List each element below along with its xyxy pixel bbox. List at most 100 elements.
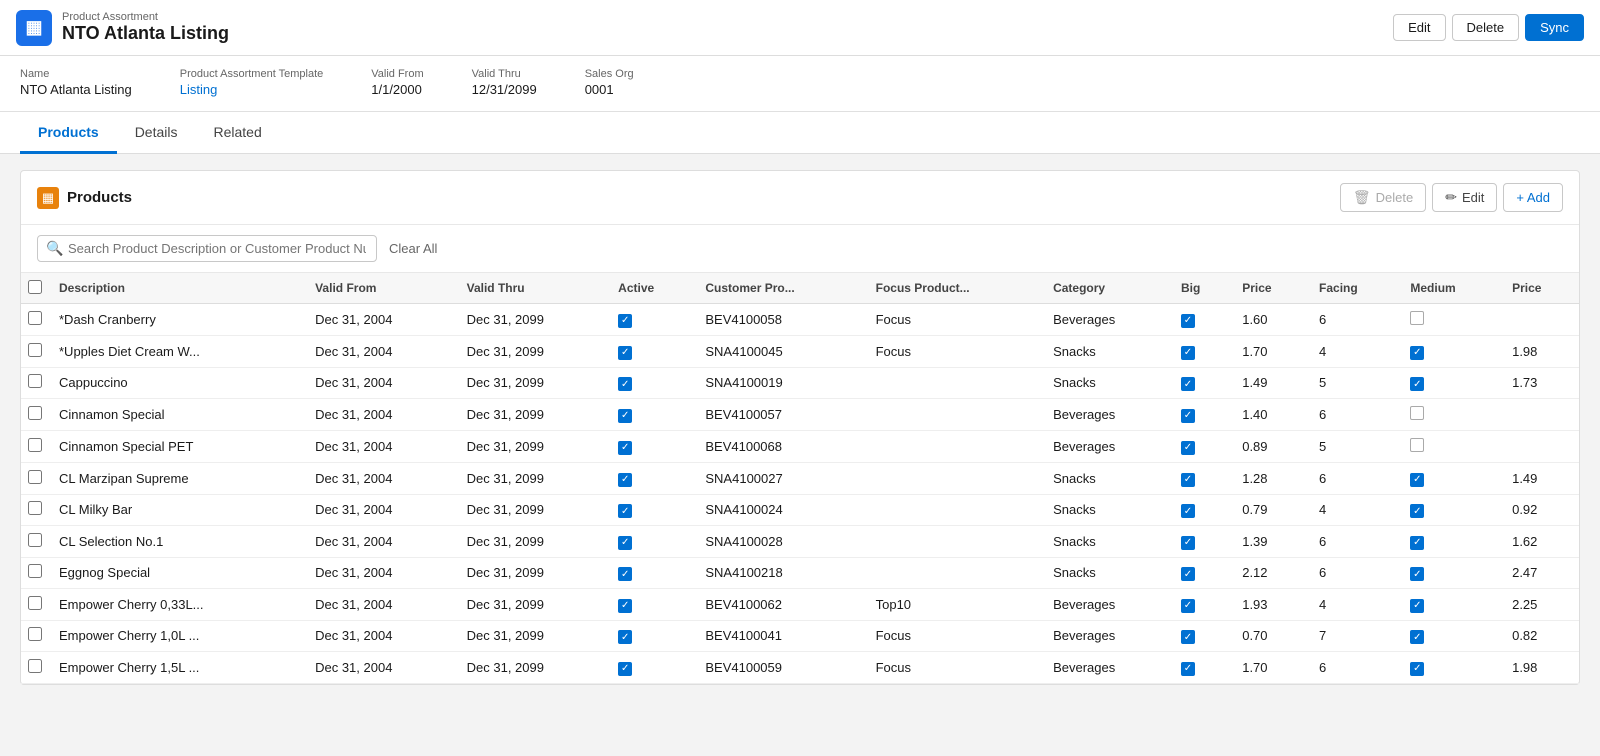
cell-medium: ✓ [1400, 652, 1502, 684]
cell-focus-product: Focus [866, 652, 1043, 684]
checkbox-checked: ✓ [1181, 346, 1195, 360]
table-row: Cappuccino Dec 31, 2004 Dec 31, 2099 ✓ S… [21, 367, 1579, 399]
checkbox-checked: ✓ [1181, 473, 1195, 487]
cell-active: ✓ [608, 463, 695, 495]
table-row: Cinnamon Special Dec 31, 2004 Dec 31, 20… [21, 399, 1579, 431]
search-icon: 🔍 [46, 240, 63, 257]
cell-facing: 6 [1309, 557, 1400, 589]
info-bar: Name NTO Atlanta Listing Product Assortm… [0, 56, 1600, 112]
info-template-value[interactable]: Listing [180, 82, 323, 97]
th-category: Category [1043, 273, 1171, 304]
row-checkbox[interactable] [28, 311, 42, 325]
row-select[interactable] [21, 652, 49, 684]
row-checkbox[interactable] [28, 374, 42, 388]
cell-focus-product [866, 367, 1043, 399]
checkbox-checked: ✓ [1181, 662, 1195, 676]
section-icon: ▦ [37, 187, 59, 209]
cell-medium: ✓ [1400, 336, 1502, 368]
checkbox-empty [1410, 311, 1424, 325]
row-checkbox[interactable] [28, 438, 42, 452]
delete-button[interactable]: Delete [1452, 14, 1520, 41]
th-focus-product: Focus Product... [866, 273, 1043, 304]
cell-focus-product: Focus [866, 336, 1043, 368]
cell-valid-thru: Dec 31, 2099 [457, 652, 609, 684]
cell-customer-pro: BEV4100041 [695, 620, 865, 652]
row-checkbox[interactable] [28, 627, 42, 641]
th-select-all[interactable] [21, 273, 49, 304]
row-select[interactable] [21, 367, 49, 399]
header-left: ▦ Product Assortment NTO Atlanta Listing [16, 10, 229, 46]
cell-active: ✓ [608, 526, 695, 558]
row-select[interactable] [21, 620, 49, 652]
sync-button[interactable]: Sync [1525, 14, 1584, 41]
row-select[interactable] [21, 431, 49, 463]
info-template: Product Assortment Template Listing [180, 68, 323, 97]
cell-focus-product [866, 557, 1043, 589]
info-name-value: NTO Atlanta Listing [20, 82, 132, 97]
cell-category: Snacks [1043, 463, 1171, 495]
row-select[interactable] [21, 304, 49, 336]
cell-medium: ✓ [1400, 620, 1502, 652]
cell-valid-from: Dec 31, 2004 [305, 652, 457, 684]
cell-medium: ✓ [1400, 589, 1502, 621]
section-title: Products [67, 189, 132, 206]
tab-products[interactable]: Products [20, 112, 117, 154]
cell-category: Beverages [1043, 589, 1171, 621]
checkbox-checked: ✓ [1410, 630, 1424, 644]
clear-all-button[interactable]: Clear All [389, 241, 437, 256]
row-checkbox[interactable] [28, 343, 42, 357]
cell-price2: 2.25 [1502, 589, 1579, 621]
pencil-icon: ✏ [1445, 189, 1457, 206]
section-actions: 🗑 Delete ✏ Edit + Add [1340, 183, 1563, 212]
cell-active: ✓ [608, 399, 695, 431]
select-all-checkbox[interactable] [28, 280, 42, 294]
cell-valid-thru: Dec 31, 2099 [457, 431, 609, 463]
row-select[interactable] [21, 399, 49, 431]
cell-price2: 1.62 [1502, 526, 1579, 558]
row-checkbox[interactable] [28, 533, 42, 547]
cell-valid-from: Dec 31, 2004 [305, 367, 457, 399]
row-checkbox[interactable] [28, 470, 42, 484]
cell-description: CL Milky Bar [49, 494, 305, 526]
cell-price: 1.39 [1232, 526, 1309, 558]
row-checkbox[interactable] [28, 406, 42, 420]
row-checkbox[interactable] [28, 564, 42, 578]
row-select[interactable] [21, 589, 49, 621]
section-delete-button[interactable]: 🗑 Delete [1340, 183, 1426, 212]
cell-medium: ✓ [1400, 557, 1502, 589]
checkbox-checked: ✓ [618, 599, 632, 613]
row-checkbox[interactable] [28, 659, 42, 673]
section-edit-button[interactable]: ✏ Edit [1432, 183, 1497, 212]
header-actions: Edit Delete Sync [1393, 14, 1584, 41]
cell-focus-product [866, 463, 1043, 495]
section-add-button[interactable]: + Add [1503, 183, 1563, 212]
th-facing: Facing [1309, 273, 1400, 304]
header-title-group: Product Assortment NTO Atlanta Listing [62, 11, 229, 44]
cell-price2 [1502, 304, 1579, 336]
row-select[interactable] [21, 526, 49, 558]
app-icon-symbol: ▦ [25, 17, 42, 38]
cell-focus-product: Focus [866, 620, 1043, 652]
checkbox-checked: ✓ [618, 504, 632, 518]
row-checkbox[interactable] [28, 596, 42, 610]
edit-button[interactable]: Edit [1393, 14, 1445, 41]
checkbox-checked: ✓ [1410, 662, 1424, 676]
cell-description: Cinnamon Special [49, 399, 305, 431]
tab-details[interactable]: Details [117, 112, 196, 154]
row-select[interactable] [21, 557, 49, 589]
row-checkbox[interactable] [28, 501, 42, 515]
checkbox-checked: ✓ [618, 662, 632, 676]
cell-active: ✓ [608, 652, 695, 684]
cell-category: Beverages [1043, 431, 1171, 463]
row-select[interactable] [21, 494, 49, 526]
trash-icon: 🗑 [1353, 189, 1371, 206]
cell-category: Snacks [1043, 557, 1171, 589]
row-select[interactable] [21, 336, 49, 368]
row-select[interactable] [21, 463, 49, 495]
cell-active: ✓ [608, 431, 695, 463]
cell-valid-thru: Dec 31, 2099 [457, 494, 609, 526]
search-input[interactable] [68, 241, 366, 256]
cell-price: 1.60 [1232, 304, 1309, 336]
tab-related[interactable]: Related [195, 112, 279, 154]
checkbox-checked: ✓ [1410, 536, 1424, 550]
